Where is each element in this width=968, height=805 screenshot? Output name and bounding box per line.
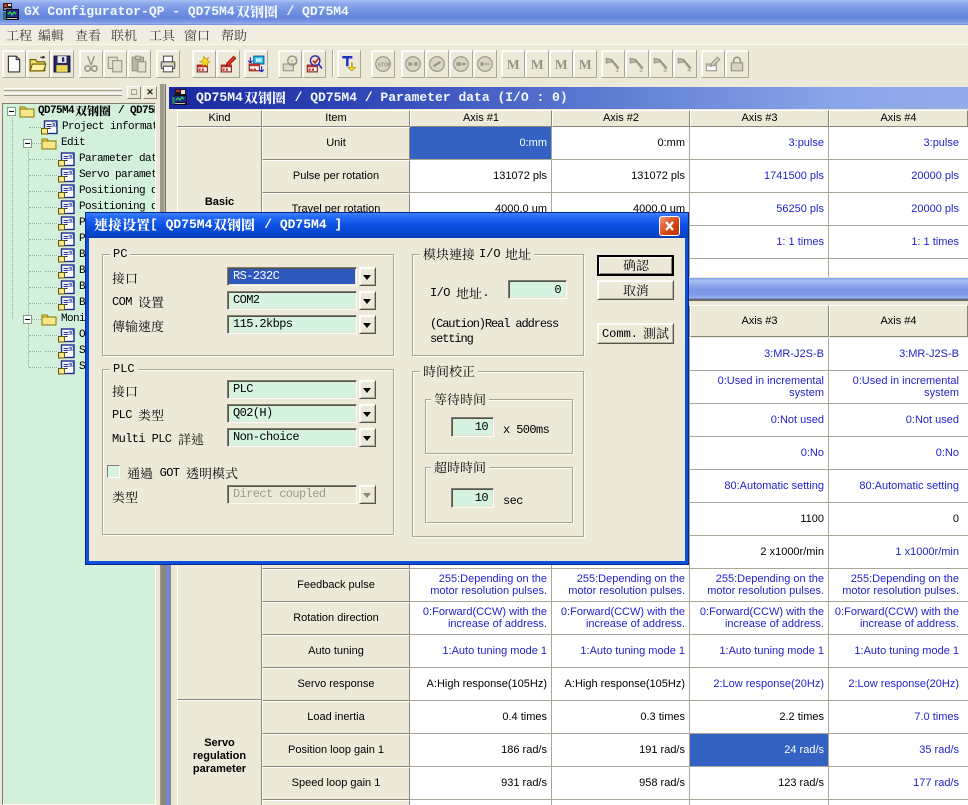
svg-text:1: 1 (615, 67, 619, 73)
svg-text:10: 10 (69, 154, 74, 160)
svg-text:10: 10 (69, 266, 74, 272)
svg-text:10: 10 (69, 186, 74, 192)
svg-text:12: 12 (290, 59, 298, 66)
svg-text:10: 10 (69, 282, 74, 288)
svg-text:M: M (579, 57, 592, 72)
svg-text:M: M (507, 57, 520, 72)
svg-text:10: 10 (69, 234, 74, 240)
svg-text:10: 10 (69, 202, 74, 208)
svg-text:M: M (555, 57, 568, 72)
svg-text:10: 10 (69, 362, 74, 368)
svg-text:2: 2 (639, 67, 643, 73)
svg-text:10: 10 (69, 218, 74, 224)
svg-text:10: 10 (52, 122, 57, 128)
svg-text:10: 10 (69, 170, 74, 176)
svg-text:10: 10 (69, 346, 74, 352)
svg-text:10: 10 (69, 330, 74, 336)
svg-text:4: 4 (687, 67, 691, 73)
svg-text:10: 10 (69, 298, 74, 304)
svg-text:STOP: STOP (378, 62, 392, 68)
svg-text:M: M (531, 57, 544, 72)
svg-text:3: 3 (663, 67, 667, 73)
svg-text:10: 10 (69, 250, 74, 256)
